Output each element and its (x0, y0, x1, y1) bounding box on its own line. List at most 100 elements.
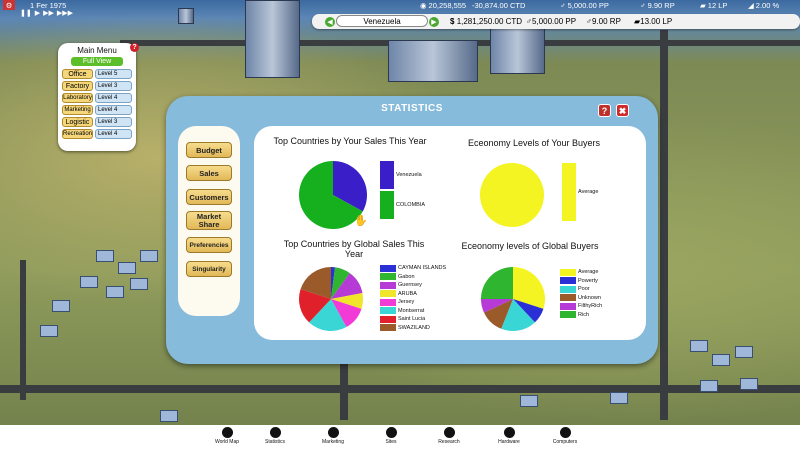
lp-readout: ▰ 12 LP (700, 0, 728, 10)
legend-label: COLOMBIA (396, 202, 426, 208)
sites-button[interactable]: Sites (366, 427, 416, 445)
legend-label: Montserrat (398, 307, 425, 314)
legend-global-sales: CAYMAN ISLANDS Gabon Guernsey ARUBA Jersey Mo… (380, 264, 446, 332)
menu-row-logistic[interactable]: Logistic Level 3 (62, 117, 132, 127)
legend-swatch (562, 163, 576, 221)
pie-global-sales (299, 267, 363, 331)
legend-swatch (560, 277, 576, 285)
legend-your-sales: Venezuela COLOMBIA (380, 160, 425, 220)
hardware-icon (503, 427, 515, 438)
cursor-icon: ✋ (354, 215, 368, 227)
menu-row-recreation[interactable]: Recreation Level 4 (62, 129, 132, 139)
chart-title-your-buyers: Eceonomy Levels of Your Buyers (467, 138, 601, 148)
tab-sales[interactable]: Sales (186, 165, 232, 181)
legend-swatch (380, 324, 396, 332)
legend-label: SWAZILAND (398, 324, 430, 331)
tab-preferencies[interactable]: Preferencies (186, 237, 232, 253)
prev-country-icon[interactable]: ◀ (325, 17, 335, 27)
marketing-button[interactable]: Marketing (62, 105, 93, 115)
coin-icon: ◉ (420, 0, 427, 10)
computers-icon (559, 427, 571, 438)
legend-label: Unknown (578, 294, 601, 301)
pp-icon: ♂ (560, 0, 566, 10)
laboratory-button[interactable]: Laboratory (62, 93, 93, 103)
computers-button[interactable]: Computers (540, 427, 590, 445)
play-icon[interactable]: ▶ (35, 9, 40, 17)
statistics-close-button[interactable]: ✖ (616, 104, 629, 117)
statistics-button[interactable]: Statistics (250, 427, 300, 445)
legend-item: CAYMAN ISLANDS (380, 264, 446, 273)
factory-button[interactable]: Factory (62, 81, 93, 91)
hardware-button[interactable]: Hardware (484, 427, 534, 445)
statistics-icon (269, 427, 281, 438)
logistic-button[interactable]: Logistic (62, 117, 93, 127)
legend-swatch (560, 285, 576, 293)
next-country-icon[interactable]: ▶ (429, 17, 439, 27)
chart-title-global-buyers: Eceonomy levels of Global Buyers (461, 241, 599, 251)
research-icon (443, 427, 455, 438)
marketing-level: Level 4 (95, 105, 132, 115)
office-button[interactable]: Office (62, 69, 93, 79)
legend-swatch (560, 311, 576, 319)
fastest-icon[interactable]: ▶▶▶ (57, 9, 73, 17)
menu-row-factory[interactable]: Factory Level 3 (62, 81, 132, 91)
statistics-content: Top Countries by Your Sales This Year Ec… (254, 126, 646, 340)
country-selector[interactable]: ◀ Venezuela ▶ (325, 15, 439, 27)
chart-title-global-sales: Top Countries by Global Sales This Year (283, 239, 425, 259)
logistic-level: Level 3 (95, 117, 132, 127)
legend-item: Saint Lucia (380, 315, 446, 324)
gear-icon[interactable]: ⚙ (3, 0, 15, 10)
legend-label: Saint Lucia (398, 316, 426, 323)
statistics-title: STATISTICS (381, 103, 443, 114)
chart-title-your-sales: Top Countries by Your Sales This Year (273, 136, 427, 146)
main-menu: Main Menu Full View Office Level 5 Factor… (58, 43, 136, 151)
legend-swatch (380, 273, 396, 281)
marketing-toolbar-button[interactable]: Marketing (308, 427, 358, 445)
legend-item: FilthyRich (560, 302, 602, 311)
world-map-button[interactable]: World Map (202, 427, 252, 445)
tab-market-share[interactable]: Market Share (186, 211, 232, 230)
growth-icon: ◢ (748, 0, 754, 10)
legend-item: Jersey (380, 298, 446, 307)
ctd-readout: -30,874.00 CTD (472, 0, 526, 10)
legend-swatch (560, 268, 576, 276)
menu-row-office[interactable]: Office Level 5 (62, 69, 132, 79)
menu-row-laboratory[interactable]: Laboratory Level 4 (62, 93, 132, 103)
fast-icon[interactable]: ▶▶ (43, 9, 54, 17)
statistics-help-button[interactable]: ? (598, 104, 611, 117)
legend-global-buyers: Average Powerty Poor Unknown FilthyRich Rich (560, 268, 602, 319)
tab-singularity[interactable]: Singularity (186, 261, 232, 277)
legend-label: FilthyRich (578, 303, 603, 310)
full-view-button[interactable]: Full View (71, 57, 123, 66)
legend-item: Gabon (380, 273, 446, 282)
menu-row-marketing[interactable]: Marketing Level 4 (62, 105, 132, 115)
legend-item: Average (562, 162, 598, 222)
legend-label: Poor (578, 286, 590, 293)
pie-your-buyers (480, 163, 544, 227)
speed-controls: ❚❚ ▶ ▶▶ ▶▶▶ (20, 8, 73, 17)
legend-item: Guernsey (380, 281, 446, 290)
pie-global-buyers (481, 267, 545, 331)
recreation-button[interactable]: Recreation (62, 129, 93, 139)
legend-label: Guernsey (398, 282, 422, 289)
tab-budget[interactable]: Budget (186, 142, 232, 158)
research-button[interactable]: Research (424, 427, 474, 445)
legend-item: Average (560, 268, 602, 277)
pct-readout: ◢ 2.00 % (748, 0, 780, 10)
legend-swatch (380, 191, 394, 219)
main-menu-help-icon[interactable]: ? (130, 43, 139, 52)
legend-swatch (560, 302, 576, 310)
legend-item: Unknown (560, 294, 602, 303)
tab-customers[interactable]: Customers (186, 189, 232, 205)
hud-lp: ▰13.00 LP (634, 17, 673, 26)
laboratory-level: Level 4 (95, 93, 132, 103)
legend-item: COLOMBIA (380, 190, 425, 220)
pause-icon[interactable]: ❚❚ (20, 9, 32, 17)
sites-icon (385, 427, 397, 438)
legend-item: Poor (560, 285, 602, 294)
legend-item: Rich (560, 311, 602, 320)
truck-icon: ▰ (700, 0, 706, 10)
legend-item: Venezuela (380, 160, 425, 190)
legend-label: Rich (578, 311, 590, 318)
legend-label: Average (578, 189, 599, 195)
